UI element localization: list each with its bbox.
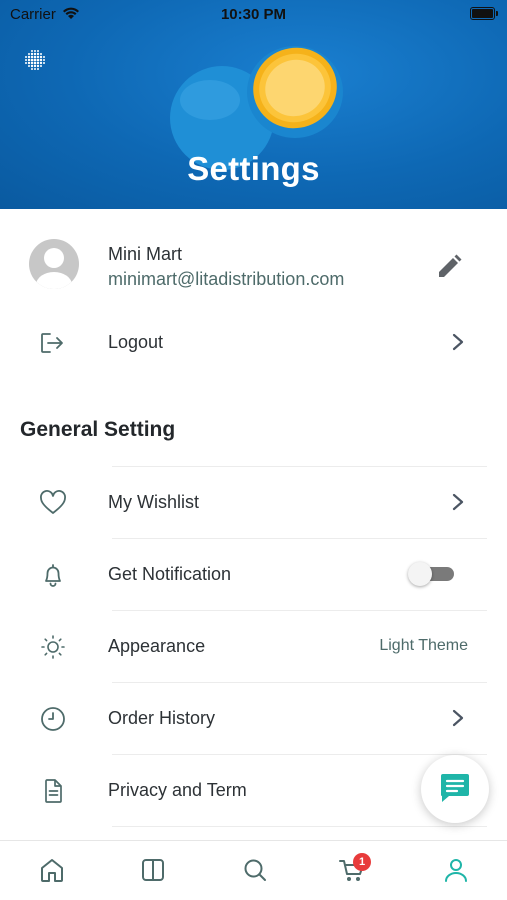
logout-icon bbox=[41, 333, 63, 353]
edit-profile-button[interactable] bbox=[432, 250, 466, 284]
chevron-right-icon bbox=[452, 333, 464, 351]
chevron-right-icon bbox=[452, 709, 464, 727]
profile-name: Mini Mart bbox=[108, 244, 183, 264]
divider bbox=[112, 466, 487, 467]
sun-icon bbox=[41, 635, 65, 659]
pencil-icon bbox=[439, 254, 462, 277]
wishlist-label: My Wishlist bbox=[108, 492, 199, 512]
bottom-nav bbox=[0, 840, 507, 900]
status-bar: Carrier 10:30 PM bbox=[0, 0, 507, 30]
logout-label: Logout bbox=[108, 332, 164, 352]
profile-card: Mini Mart minimart@litadistribution.com bbox=[0, 222, 507, 308]
cart-count-badge: 1 bbox=[353, 853, 371, 871]
wishlist-row[interactable]: My Wishlist bbox=[0, 466, 507, 538]
appearance-label: Appearance bbox=[108, 636, 206, 656]
columns-icon[interactable] bbox=[138, 855, 168, 885]
notification-label: Get Notification bbox=[108, 564, 232, 584]
grid-icon[interactable] bbox=[24, 49, 46, 71]
page-title: Settings bbox=[187, 150, 320, 187]
battery-icon bbox=[470, 7, 498, 20]
toggle-knob bbox=[408, 562, 432, 586]
notification-toggle[interactable] bbox=[408, 562, 454, 586]
heart-icon bbox=[40, 490, 66, 514]
profile-icon[interactable] bbox=[441, 855, 471, 885]
chat-button[interactable] bbox=[421, 755, 489, 823]
divider bbox=[112, 610, 487, 611]
clock-icon bbox=[41, 707, 65, 731]
search-icon[interactable] bbox=[240, 855, 270, 885]
header-banner: Settings bbox=[0, 0, 507, 209]
logout-row[interactable]: Logout bbox=[0, 306, 507, 378]
bell-icon bbox=[45, 564, 61, 587]
section-title-general: General Setting bbox=[20, 418, 176, 441]
appearance-row[interactable]: Appearance Light Theme bbox=[0, 610, 507, 682]
order-history-row[interactable]: Order History bbox=[0, 682, 507, 754]
divider bbox=[112, 538, 487, 539]
divider bbox=[112, 682, 487, 683]
divider-row bbox=[0, 826, 507, 827]
chat-icon bbox=[441, 774, 469, 802]
profile-email: minimart@litadistribution.com bbox=[108, 269, 345, 289]
avatar[interactable] bbox=[29, 239, 79, 289]
user-silhouette-icon bbox=[36, 248, 72, 289]
clock-time: 10:30 PM bbox=[220, 6, 287, 23]
home-icon[interactable] bbox=[37, 855, 67, 885]
divider bbox=[112, 826, 487, 827]
chevron-right-icon bbox=[452, 493, 464, 511]
privacy-label: Privacy and Term bbox=[108, 780, 247, 800]
appearance-value: Light Theme bbox=[379, 637, 468, 654]
document-icon bbox=[45, 779, 62, 803]
order-history-label: Order History bbox=[108, 708, 216, 728]
notification-row: Get Notification bbox=[0, 538, 507, 610]
divider bbox=[112, 754, 487, 755]
